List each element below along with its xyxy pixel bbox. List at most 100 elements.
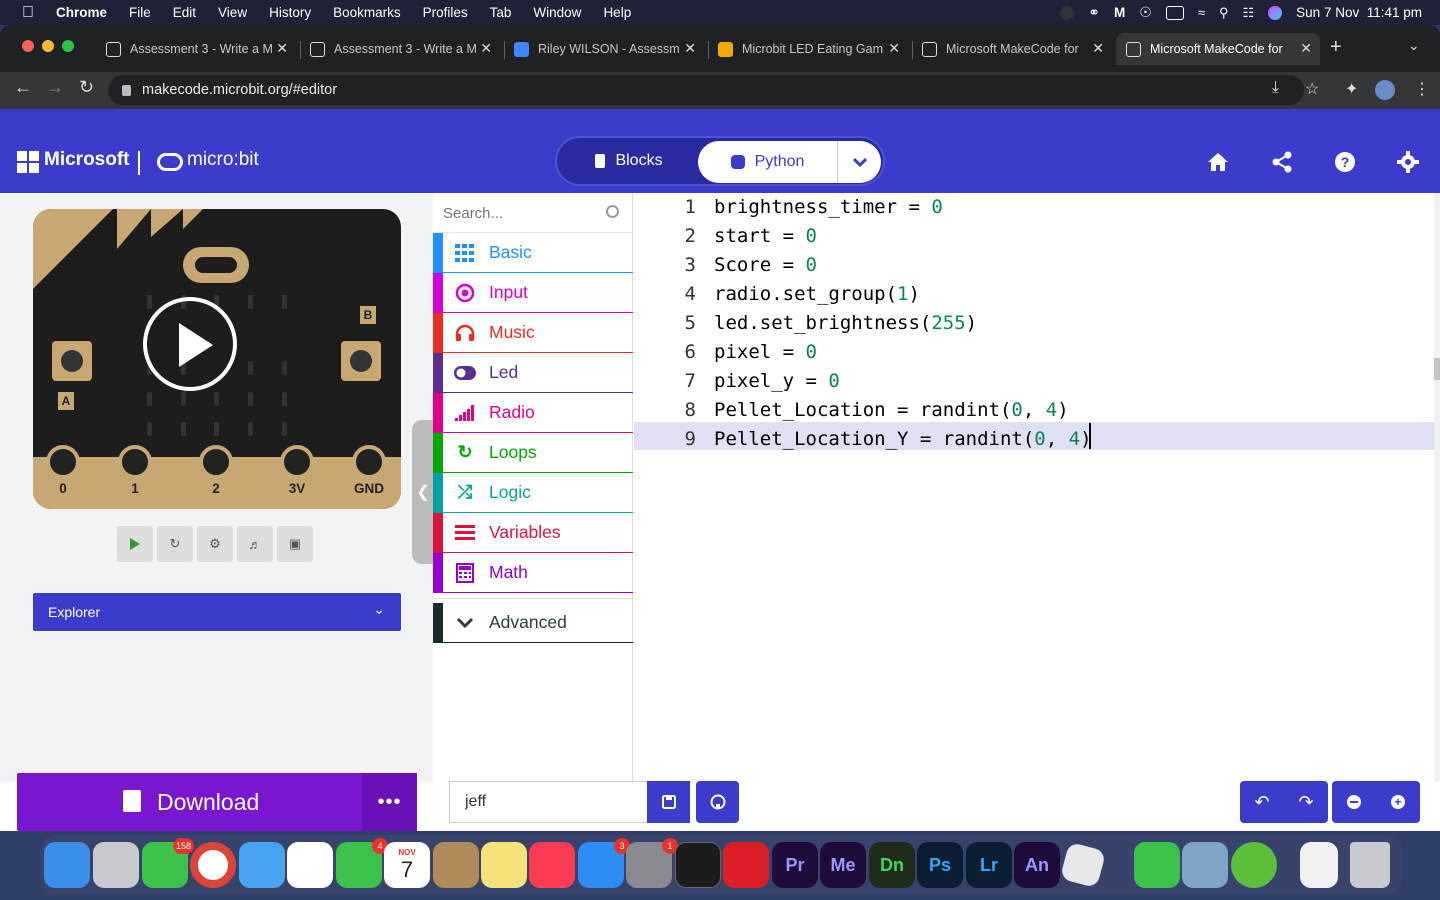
animate-icon[interactable]: An (1014, 842, 1060, 888)
menu-view[interactable]: View (218, 5, 247, 20)
launchpad-icon[interactable] (93, 842, 139, 888)
media-encoder-icon[interactable]: Me (820, 842, 866, 888)
browser-tab[interactable]: Assessment 3 - Write a M ✕ (96, 33, 296, 65)
category-music[interactable]: Music (433, 313, 633, 353)
category-variables[interactable]: Variables (433, 513, 633, 553)
menu-tab[interactable]: Tab (490, 5, 512, 20)
close-tab-icon[interactable]: ✕ (480, 40, 492, 57)
category-radio[interactable]: Radio (433, 393, 633, 433)
close-window-button[interactable] (22, 40, 34, 52)
fullscreen-button[interactable]: ▣ (277, 526, 313, 562)
zoom-window-button[interactable] (62, 40, 74, 52)
editor-scrollbar[interactable] (1434, 193, 1440, 782)
browser-tab[interactable]: Assessment 3 - Write a M ✕ (300, 33, 500, 65)
code-line[interactable]: start = 0 (714, 225, 817, 247)
wordpress-icon[interactable]: ☉ (1139, 4, 1152, 21)
category-basic[interactable]: Basic (433, 233, 633, 273)
microbit-board[interactable]: A B 0 1 2 3V GND (33, 209, 401, 509)
microbit-brand[interactable]: micro:bit (187, 149, 259, 171)
minimize-window-button[interactable] (42, 40, 54, 52)
category-led[interactable]: Led (433, 353, 633, 393)
download-more-button[interactable]: ••• (362, 773, 417, 831)
terminal-icon[interactable] (675, 842, 721, 888)
code-editor[interactable]: 1 brightness_timer = 0 2 start = 0 3 Score = … (634, 193, 1440, 782)
undo-button[interactable]: ↶ (1240, 781, 1284, 823)
menu-app-name[interactable]: Chrome (56, 5, 107, 20)
category-logic[interactable]: ⤮ Logic (433, 473, 633, 513)
profile-avatar[interactable] (1375, 80, 1395, 100)
gear-icon[interactable] (1397, 151, 1419, 173)
python-mode-button[interactable]: Python (698, 141, 837, 183)
home-icon[interactable] (1207, 151, 1229, 173)
browser-tab[interactable]: Microsoft MakeCode for ✕ (912, 33, 1112, 65)
mail-icon[interactable] (239, 842, 285, 888)
photoshop-icon[interactable]: Ps (917, 842, 963, 888)
close-tab-icon[interactable]: ✕ (888, 40, 900, 57)
microsoft-logo-icon[interactable] (17, 151, 39, 173)
control-center-icon[interactable]: ☷ (1243, 5, 1255, 21)
contacts-icon[interactable] (433, 842, 479, 888)
category-advanced[interactable]: Advanced (433, 603, 633, 643)
browser-tab[interactable]: Riley WILSON - Assessme ✕ (504, 33, 704, 65)
calendar-icon[interactable]: NOV 7 (384, 842, 430, 888)
menu-help[interactable]: Help (603, 5, 631, 20)
logo-touch-icon[interactable] (183, 247, 249, 283)
debug-button[interactable]: ⚙ (197, 526, 233, 562)
menu-window[interactable]: Window (533, 5, 581, 20)
pin-3v[interactable] (280, 445, 314, 479)
microsoft-brand[interactable]: Microsoft (44, 149, 130, 171)
category-math[interactable]: Math (433, 553, 633, 593)
reload-icon[interactable]: ↻ (79, 77, 94, 98)
messages-icon[interactable]: 158 (142, 838, 194, 888)
close-tab-icon[interactable]: ✕ (1300, 40, 1312, 57)
restart-simulator-button[interactable]: ↻ (157, 526, 193, 562)
browser-tab[interactable]: Microbit LED Eating Gam ✕ (708, 33, 908, 65)
zoom-in-button[interactable]: + (1376, 781, 1420, 823)
download-button[interactable]: Download (17, 773, 362, 831)
save-button[interactable] (647, 781, 690, 823)
code-line[interactable]: Pellet_Location_Y = randint(0, 4) (714, 428, 1092, 450)
creative-cloud-app-icon[interactable] (723, 842, 769, 888)
play-simulator-button[interactable] (143, 297, 237, 391)
new-tab-button[interactable]: + (1330, 36, 1342, 59)
code-line[interactable]: Score = 0 (714, 254, 817, 276)
menu-edit[interactable]: Edit (173, 5, 196, 20)
close-tab-icon[interactable]: ✕ (276, 40, 288, 57)
app-store-icon[interactable]: 3 (578, 838, 630, 888)
spotlight-search-icon[interactable]: ⚲ (1219, 5, 1229, 21)
chrome-icon[interactable] (190, 842, 236, 888)
button-a[interactable] (52, 341, 92, 381)
siri-icon[interactable] (1268, 5, 1283, 20)
lightroom-icon[interactable]: Lr (966, 842, 1012, 888)
premiere-icon[interactable]: Pr (772, 842, 818, 888)
utorrent-icon[interactable] (1231, 842, 1277, 888)
collapse-simulator-button[interactable]: ❮ (412, 420, 434, 564)
music-icon[interactable] (529, 842, 575, 888)
language-dropdown-button[interactable] (837, 141, 881, 183)
menubar-clock[interactable]: Sun 7 Nov 11:41 pm (1296, 5, 1422, 20)
menu-file[interactable]: File (129, 5, 151, 20)
category-input[interactable]: Input (433, 273, 633, 313)
pin-2[interactable] (199, 445, 233, 479)
extensions-puzzle-icon[interactable]: ✦ (1345, 79, 1358, 99)
microbit-logo-icon[interactable] (157, 153, 183, 171)
back-arrow-icon[interactable]: ← (14, 77, 32, 98)
help-icon[interactable]: ? (1334, 151, 1356, 173)
menu-profiles[interactable]: Profiles (423, 5, 468, 20)
forward-arrow-icon[interactable]: → (46, 77, 64, 98)
document-icon[interactable] (1300, 842, 1338, 888)
code-line[interactable]: pixel = 0 (714, 341, 817, 363)
menu-bookmarks[interactable]: Bookmarks (333, 5, 401, 20)
code-line[interactable]: pixel_y = 0 (714, 370, 840, 392)
chrome-menu-icon[interactable]: ⋮ (1414, 79, 1430, 99)
trash-icon[interactable] (1350, 842, 1390, 888)
dimension-icon[interactable]: Dn (869, 842, 915, 888)
redo-button[interactable]: ↷ (1284, 781, 1328, 823)
battery-icon[interactable] (1165, 5, 1184, 20)
address-bar[interactable]: makecode.microbit.org/#editor (108, 75, 1304, 105)
finder-icon[interactable] (44, 842, 90, 888)
code-line[interactable]: brightness_timer = 0 (714, 196, 943, 218)
preview-icon[interactable] (1182, 842, 1228, 888)
find-my-icon[interactable] (1134, 842, 1180, 888)
tab-search-chevron-icon[interactable]: ⌄ (1408, 37, 1420, 54)
